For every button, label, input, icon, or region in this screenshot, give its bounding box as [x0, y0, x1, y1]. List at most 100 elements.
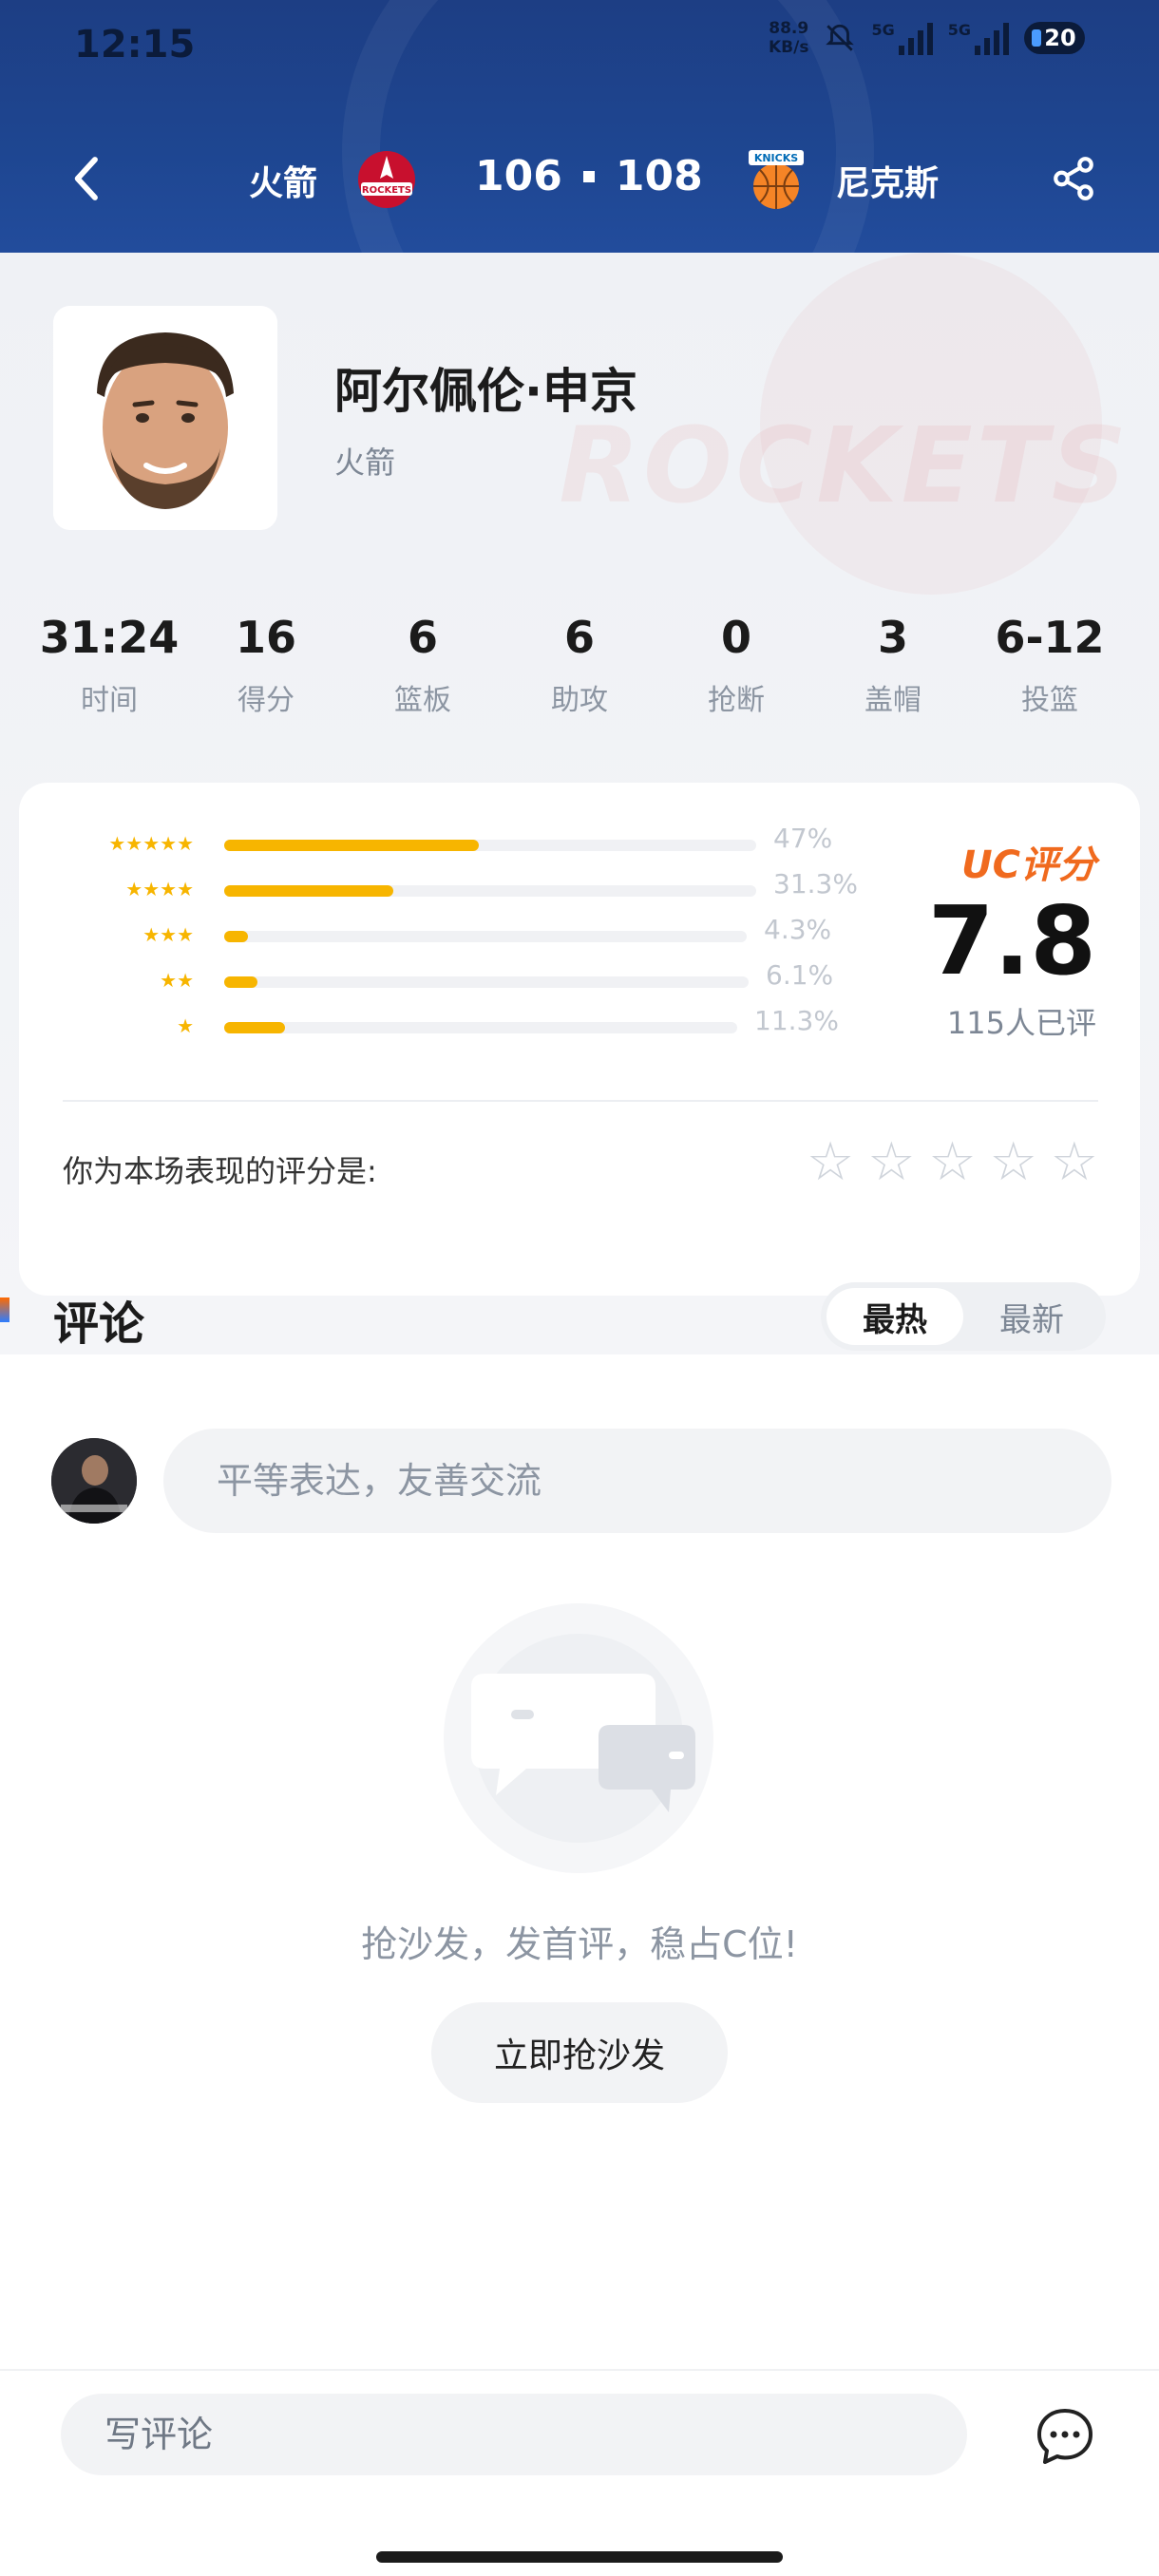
stat-label: 助攻 [551, 684, 608, 717]
rating-bar-fill [224, 885, 394, 897]
comment-input-pill[interactable] [163, 1429, 1112, 1533]
stat-rebounds: 6 篮板 [352, 612, 494, 718]
stat-label: 篮板 [394, 684, 451, 717]
comment-sort-tabs: 最热 最新 [821, 1282, 1106, 1351]
rating-row: ★★★ 4.3% [61, 914, 831, 946]
battery-icon: 20 [1024, 22, 1085, 54]
rating-percent: 11.3% [754, 1005, 839, 1036]
user-avatar-image-icon [51, 1438, 137, 1524]
rating-bar-track [224, 1022, 737, 1033]
rating-stars-icon: ★★★★ [125, 878, 194, 900]
rating-stars-icon: ★★★ [142, 923, 194, 946]
stat-value: 31:24 [39, 612, 180, 663]
back-button[interactable] [57, 150, 114, 207]
stat-label: 抢断 [708, 684, 765, 717]
comments-title: 评论 [53, 1297, 145, 1351]
rate-star-2-icon[interactable]: ☆ [867, 1136, 915, 1189]
rating-bar-fill [224, 976, 257, 988]
game-score: 106 108 [475, 152, 703, 200]
stat-value: 6 [563, 612, 595, 663]
signal-1-icon: 5G [871, 21, 933, 55]
stat-value: 6-12 [995, 612, 1105, 663]
user-avatar[interactable] [51, 1438, 137, 1524]
away-team-name[interactable]: 尼克斯 [836, 156, 939, 205]
empty-comments-text: 抢沙发，发首评，稳占C位! [361, 1923, 798, 1965]
uc-rating-count: 115人已评 [946, 1005, 1096, 1041]
rating-card: ★★★★★ 47% ★★★★ 31.3% ★★★ 4.3% ★★ 6.1% ★ 11.3% UC评… [19, 783, 1140, 1296]
net-speed-value: 88.9 [769, 19, 809, 38]
stat-assists: 6 助攻 [508, 612, 651, 718]
rating-percent: 31.3% [773, 868, 858, 900]
signal-2-label: 5G [947, 21, 971, 39]
uc-rating-label: UC评分 [961, 843, 1096, 887]
rate-star-1-icon[interactable]: ☆ [807, 1136, 854, 1189]
rating-bar-track [224, 840, 756, 851]
comment-input-row [0, 1425, 1159, 1539]
rating-row: ★ 11.3% [61, 1005, 839, 1037]
knicks-logo-icon[interactable]: KNICKS [743, 146, 809, 213]
home-indicator [376, 2551, 783, 2563]
write-comment-input[interactable] [61, 2394, 967, 2475]
write-comment-pill[interactable] [61, 2394, 967, 2475]
tab-latest[interactable]: 最新 [963, 1288, 1100, 1345]
comments-header: 评论 最热 最新 [0, 1260, 1159, 1354]
status-icons: 88.9 KB/s 5G 5G 20 [769, 19, 1085, 57]
mute-bell-icon [826, 24, 855, 51]
rating-percent: 4.3% [764, 914, 832, 945]
first-comment-button[interactable]: 立即抢沙发 [431, 2002, 728, 2103]
rating-stars-icon: ★★ [160, 969, 194, 992]
tab-hottest[interactable]: 最热 [826, 1288, 963, 1345]
rate-star-5-icon[interactable]: ☆ [1051, 1136, 1098, 1189]
rating-bar-fill [224, 931, 248, 942]
chat-bubble-icon[interactable] [1034, 2405, 1096, 2468]
away-score: 108 [615, 152, 703, 200]
player-photo-icon [53, 306, 277, 530]
game-header: 12:15 88.9 KB/s 5G 5G 20 火箭 ROCKETS 106 … [0, 0, 1159, 253]
share-button[interactable] [1045, 150, 1102, 207]
home-score: 106 [475, 152, 562, 200]
share-icon [1054, 157, 1093, 200]
chevron-left-icon [74, 157, 98, 200]
status-bar: 12:15 88.9 KB/s 5G 5G 20 [0, 0, 1159, 85]
rating-row: ★★★★ 31.3% [61, 868, 858, 900]
stat-steals: 0 抢断 [665, 612, 808, 718]
comment-input[interactable] [163, 1429, 1112, 1533]
rating-row: ★★★★★ 47% [61, 823, 832, 855]
knicks-logo-text: KNICKS [754, 152, 798, 164]
rating-stars-icon: ★★★★★ [108, 832, 194, 855]
rating-bar-track [224, 976, 749, 988]
rating-stars-icon: ★ [177, 1014, 194, 1037]
team-watermark: ROCKETS [559, 405, 1130, 526]
nav-bar: 火箭 ROCKETS 106 108 KNICKS 尼克斯 [0, 133, 1159, 228]
rockets-logo-text: ROCKETS [362, 185, 411, 196]
home-team-name[interactable]: 火箭 [249, 156, 317, 205]
bottom-bar [0, 2369, 1159, 2576]
stat-value: 0 [720, 612, 751, 663]
rating-bar-fill [224, 840, 479, 851]
stat-value: 3 [877, 612, 908, 663]
stat-value: 6 [407, 612, 438, 663]
net-speed-unit: KB/s [769, 38, 809, 57]
stat-label: 时间 [81, 684, 138, 717]
player-name: 阿尔佩伦·申京 [334, 364, 637, 419]
player-team: 火箭 [334, 445, 396, 481]
status-time: 12:15 [74, 23, 196, 66]
net-speed: 88.9 KB/s [769, 19, 808, 57]
stat-minutes: 31:24 时间 [38, 612, 180, 718]
rate-star-4-icon[interactable]: ☆ [990, 1136, 1037, 1189]
score-separator [582, 170, 595, 182]
rating-bar-fill [224, 1022, 286, 1033]
rating-percent: 47% [773, 823, 833, 854]
player-avatar [53, 306, 277, 530]
rating-percent: 6.1% [766, 959, 834, 991]
rating-divider [63, 1100, 1098, 1102]
empty-comments-illustration-icon [444, 1603, 713, 1873]
rating-row: ★★ 6.1% [61, 959, 833, 992]
rockets-logo-icon[interactable]: ROCKETS [353, 146, 420, 213]
signal-1-label: 5G [871, 21, 895, 39]
rate-star-3-icon[interactable]: ☆ [928, 1136, 976, 1189]
stat-blocks: 3 盖帽 [822, 612, 964, 718]
player-section: ROCKETS 阿尔佩伦·申京 火箭 31:24 时间 16 得分 6 篮板 6… [0, 253, 1159, 1354]
your-rating-prompt: 你为本场表现的评分是: [63, 1153, 377, 1189]
stat-field-goals: 6-12 投篮 [978, 612, 1121, 718]
